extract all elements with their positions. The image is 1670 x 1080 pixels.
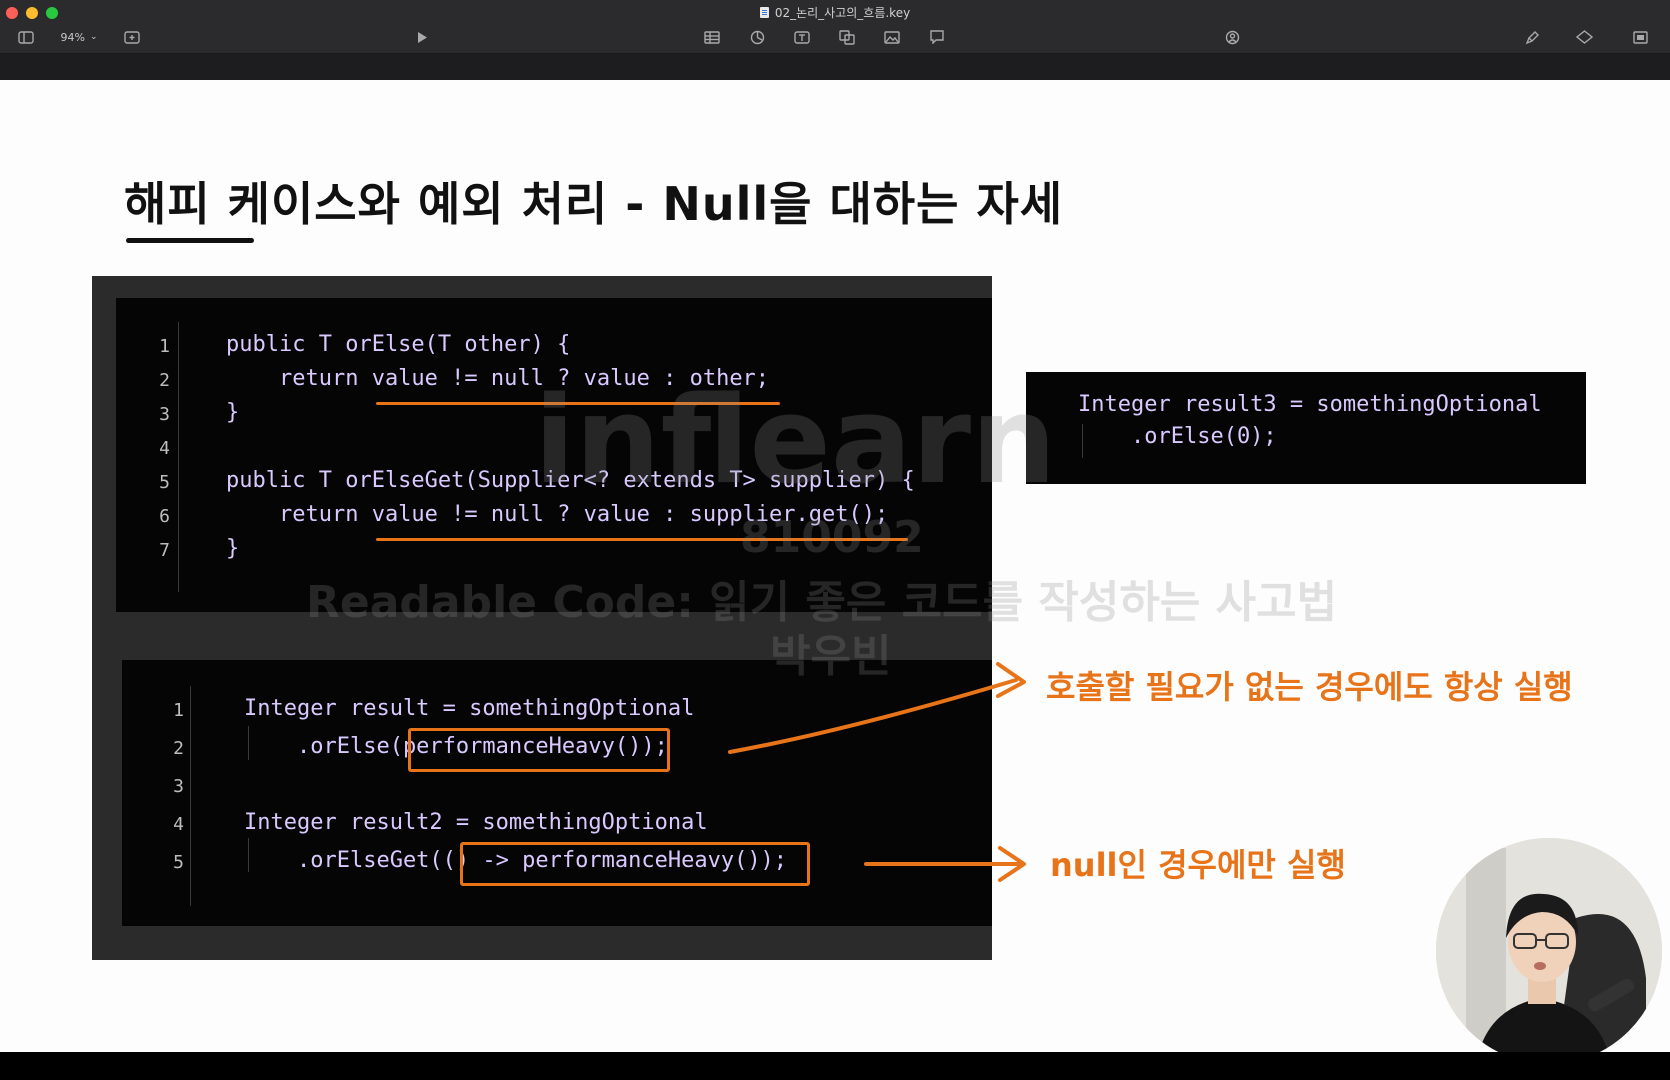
paintbrush-icon (1525, 30, 1539, 44)
line-number: 4 (159, 438, 170, 459)
add-slide-button[interactable] (120, 27, 144, 47)
presenter-avatar (1436, 838, 1662, 1052)
slide-title: 해피 케이스와 예외 처리 - Null을 대하는 자세 (124, 177, 1064, 231)
chart-button[interactable] (745, 27, 769, 47)
highlight-box (460, 842, 810, 886)
gutter-divider (178, 322, 179, 592)
media-button[interactable] (880, 27, 904, 47)
zoom-dropdown[interactable]: 94% ⌄ (50, 27, 108, 47)
add-slide-icon (124, 30, 140, 44)
code-line: Integer result3 = somethingOptional (1078, 392, 1542, 417)
code-line: return value != null ? value : supplier.… (226, 502, 889, 527)
highlight-underline (376, 538, 908, 541)
line-number: 5 (159, 472, 170, 493)
comment-icon (930, 30, 944, 44)
code-line: } (226, 536, 240, 561)
slide-canvas[interactable]: 해피 케이스와 예외 처리 - Null을 대하는 자세 1 2 3 4 5 6… (0, 80, 1670, 1052)
code-panel: 1 2 3 4 5 6 7 public T orElse(T other) {… (92, 276, 992, 960)
line-number: 2 (159, 370, 170, 391)
line-number: 3 (173, 776, 184, 797)
line-number: 2 (173, 738, 184, 759)
arrow-head-icon (998, 846, 1026, 882)
code-line: public T orElse(T other) { (226, 332, 571, 357)
code-line: .orElse(0); (1078, 424, 1277, 449)
line-number: 1 (173, 700, 184, 721)
keynote-document-icon (759, 7, 769, 18)
collaborate-button[interactable] (1220, 27, 1244, 47)
highlight-underline (376, 402, 780, 405)
chart-icon (750, 30, 764, 44)
line-number: 1 (159, 336, 170, 357)
presenter-webcam (1436, 838, 1662, 1052)
annotation-null-only: null인 경우에만 실행 (1050, 846, 1346, 884)
zoom-value: 94% (60, 30, 85, 44)
text-button[interactable] (790, 27, 814, 47)
code-line: } (226, 400, 240, 425)
document-button[interactable] (1628, 27, 1652, 47)
bottom-bar (0, 1052, 1670, 1080)
code-block-orelse-definitions: 1 2 3 4 5 6 7 public T orElse(T other) {… (116, 298, 992, 612)
play-button[interactable] (410, 27, 434, 47)
comment-button[interactable] (925, 27, 949, 47)
line-number: 6 (159, 506, 170, 527)
code-line: Integer result = somethingOptional (244, 696, 695, 721)
document-title: 02_논리_사고의_흐름.key (0, 4, 1670, 21)
image-icon (884, 30, 900, 44)
code-line: return value != null ? value : other; (226, 366, 770, 391)
text-box-icon (794, 30, 810, 44)
code-block-orelse-constant: Integer result3 = somethingOptional .orE… (1026, 372, 1586, 484)
code-line: public T orElseGet(Supplier<? extends T>… (226, 468, 915, 493)
document-title-text: 02_논리_사고의_흐름.key (774, 6, 911, 20)
collaborate-icon (1225, 30, 1239, 44)
code-block-usage-examples: 1 2 3 4 5 Integer result = somethingOpti… (122, 660, 992, 926)
line-number: 7 (159, 540, 170, 561)
annotation-always-executed: 호출할 필요가 없는 경우에도 항상 실행 (1046, 668, 1573, 706)
line-number: 5 (173, 852, 184, 873)
diamond-icon (1575, 30, 1593, 44)
line-number: 4 (173, 814, 184, 835)
chevron-down-icon: ⌄ (89, 32, 98, 42)
play-icon (418, 31, 427, 43)
title-underline (126, 238, 254, 243)
shape-button[interactable] (835, 27, 859, 47)
shape-icon (839, 29, 855, 45)
window-titlebar: 02_논리_사고의_흐름.key 94% ⌄ (0, 0, 1670, 54)
sidebar-toggle-button[interactable] (14, 27, 38, 47)
arrow-head-icon (996, 662, 1026, 698)
highlight-box (408, 728, 670, 772)
line-number: 3 (159, 404, 170, 425)
gutter-divider (190, 686, 191, 906)
sidebar-icon (18, 30, 34, 44)
document-panel-icon (1632, 30, 1648, 44)
table-icon (704, 30, 720, 44)
code-line: Integer result2 = somethingOptional (244, 810, 708, 835)
animate-button[interactable] (1572, 27, 1596, 47)
format-button[interactable] (1520, 27, 1544, 47)
toolbar-separator (0, 54, 1670, 80)
table-button[interactable] (700, 27, 724, 47)
